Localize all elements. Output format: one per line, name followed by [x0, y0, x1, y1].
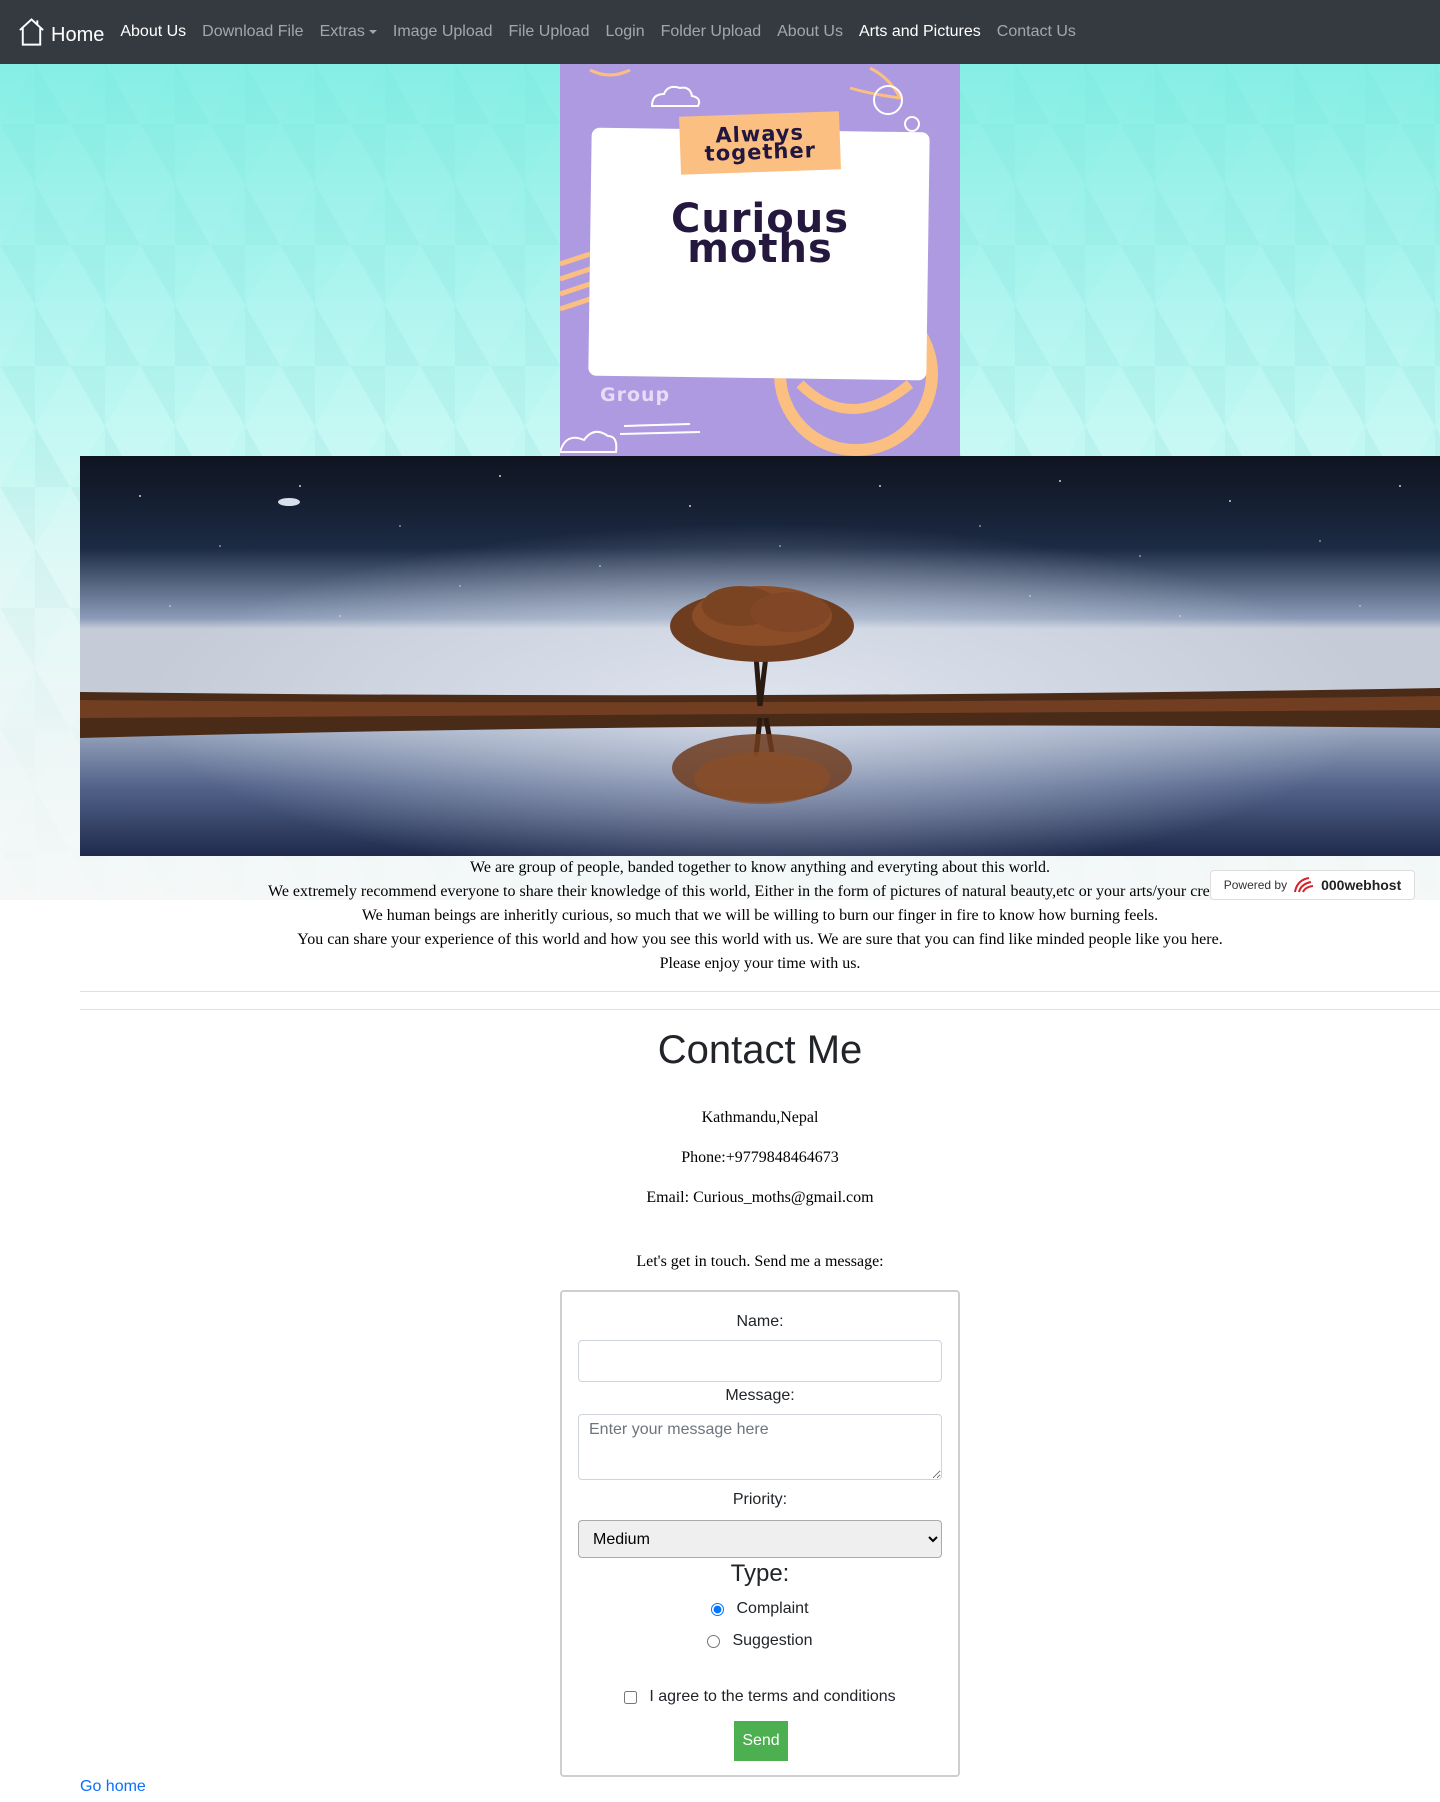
type-option-suggestion[interactable]: Suggestion [562, 1632, 958, 1650]
nav-image-upload[interactable]: Image Upload [385, 23, 501, 41]
about-line: You can share your experience of this wo… [297, 931, 1223, 948]
contact-email: Email: Curious_moths@gmail.com [646, 1189, 874, 1206]
divider [80, 1009, 1440, 1010]
home-brand-label: Home [51, 24, 105, 46]
suggestion-radio[interactable] [707, 1634, 721, 1648]
curious-moths-poster-image: Always together Curious moths Group [560, 64, 960, 456]
complaint-label: Complaint [736, 1600, 809, 1617]
caret-down-icon [368, 30, 377, 34]
nav-about-us[interactable]: About Us [112, 23, 194, 41]
name-label: Name: [736, 1313, 784, 1330]
type-option-complaint[interactable]: Complaint [562, 1600, 958, 1618]
top-navbar: Home About Us Download File Extras Image… [0, 0, 1440, 64]
agree-label: I agree to the terms and conditions [649, 1688, 896, 1705]
complaint-radio[interactable] [711, 1602, 725, 1616]
nav-extras-dropdown[interactable]: Extras [312, 23, 385, 41]
agree-terms[interactable]: I agree to the terms and conditions [562, 1688, 958, 1706]
powered-by-prefix: Powered by [1223, 878, 1288, 892]
poster-tag: Always together [679, 111, 841, 175]
nav-arts-and-pictures[interactable]: Arts and Pictures [851, 23, 989, 41]
send-button[interactable]: Send [734, 1721, 788, 1761]
contact-location: Kathmandu,Nepal [701, 1109, 819, 1126]
contact-phone: Phone:+9779848464673 [681, 1149, 839, 1166]
night-landscape-picture [80, 456, 1440, 856]
poster-title: Curious moths [670, 196, 850, 272]
nav-file-upload[interactable]: File Upload [501, 23, 598, 41]
about-line: We human beings are inheritly curious, s… [361, 907, 1159, 924]
name-input[interactable] [578, 1340, 942, 1382]
nav-about-us-2[interactable]: About Us [769, 23, 851, 41]
contact-title: Contact Me [657, 1028, 863, 1072]
nav-login[interactable]: Login [597, 23, 652, 41]
message-textarea[interactable] [578, 1414, 942, 1480]
powered-by-badge[interactable]: Powered by 000webhost [1210, 870, 1415, 900]
suggestion-label: Suggestion [732, 1632, 813, 1649]
go-home-link[interactable]: Go home [80, 1778, 146, 1796]
priority-select[interactable]: Medium [578, 1520, 942, 1558]
nav-folder-upload[interactable]: Folder Upload [653, 23, 770, 41]
agree-checkbox[interactable] [624, 1690, 638, 1704]
poster-group-label: Group [600, 384, 671, 406]
about-line: Please enjoy your time with us. [659, 955, 861, 972]
divider [80, 991, 1440, 992]
night-tree-reflection-image [80, 456, 1440, 856]
contact-invite: Let's get in touch. Send me a message: [636, 1253, 884, 1270]
webhost-logo-icon [1294, 877, 1314, 893]
contact-form: Name: Message: Priority: Medium Type: Co… [560, 1290, 960, 1777]
type-title: Type: [730, 1560, 790, 1587]
message-label: Message: [725, 1387, 795, 1404]
nav-extras-label: Extras [319, 23, 365, 40]
home-brand-link[interactable]: Home [16, 17, 104, 47]
nav-contact-us[interactable]: Contact Us [989, 23, 1084, 41]
nav-download-file[interactable]: Download File [194, 23, 311, 41]
priority-label: Priority: [732, 1491, 788, 1508]
house-icon [19, 18, 44, 46]
powered-by-host: 000webhost [1321, 877, 1402, 893]
